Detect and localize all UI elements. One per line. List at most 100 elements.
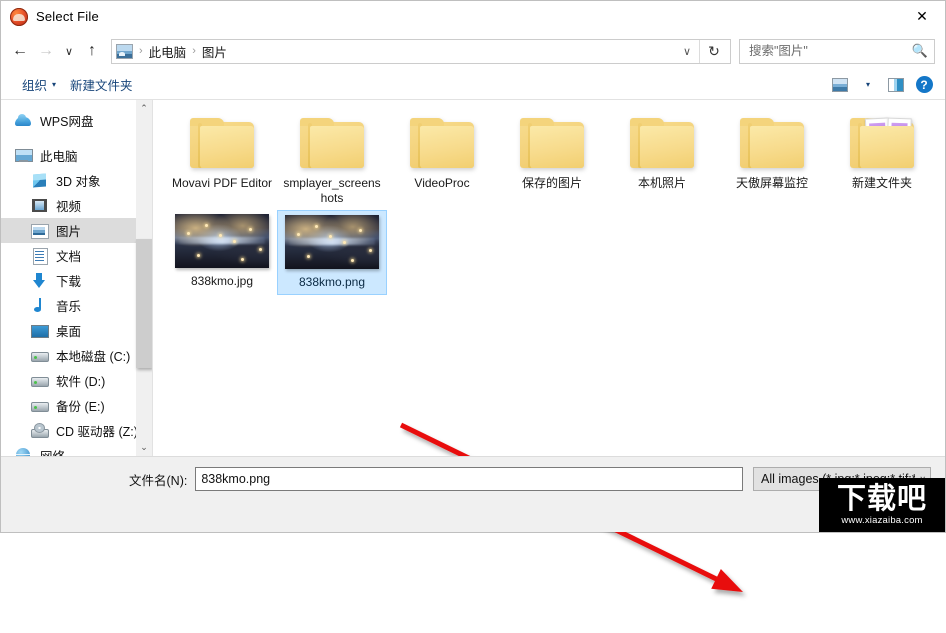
refresh-icon[interactable]: ↻ <box>700 39 728 64</box>
sidebar-item-0[interactable]: WPS网盘 <box>1 108 152 133</box>
folder-item[interactable]: 保存的图片 <box>497 114 607 210</box>
downloads-icon <box>31 273 48 288</box>
new-folder-button[interactable]: 新建文件夹 <box>63 73 140 96</box>
sidebar-item-label: 软件 (D:) <box>56 375 106 389</box>
breadcrumb[interactable]: › 此电脑 › 图片 ∨ ↻ <box>111 38 731 64</box>
scroll-down-icon[interactable]: ⌄ <box>136 439 152 456</box>
file-item-label: smplayer_screenshots <box>283 176 381 205</box>
sidebar-item-9[interactable]: 本地磁盘 (C:) <box>1 343 152 368</box>
drive-icon <box>31 398 49 413</box>
chevron-down-icon: ▾ <box>865 80 870 89</box>
search-input[interactable] <box>749 44 908 58</box>
select-file-dialog: Select File ✕ ← → ∨ ↑ › 此电脑 › 图片 ∨ ↻ 🔍 组… <box>0 0 946 592</box>
scroll-up-icon[interactable]: ⌃ <box>136 100 152 117</box>
forward-icon[interactable]: → <box>33 38 59 64</box>
file-grid: Movavi PDF Editor smplayer_screenshots Vid… <box>167 114 945 295</box>
sidebar-item-label: 桌面 <box>56 325 82 339</box>
dialog-footer: 文件名(N): All images (*.jpg;*.jpeg;*.tif;*… <box>1 456 945 532</box>
folder-icon <box>190 118 254 170</box>
folder-item[interactable]: Movavi PDF Editor <box>167 114 277 210</box>
sidebar-item-label: 本地磁盘 (C:) <box>56 350 131 364</box>
sidebar-item-10[interactable]: 软件 (D:) <box>1 368 152 393</box>
folder-icon <box>740 118 804 170</box>
breadcrumb-item-pictures[interactable]: 图片 <box>202 42 227 61</box>
sidebar-item-label: 3D 对象 <box>56 175 101 189</box>
up-icon[interactable]: ↑ <box>79 38 105 64</box>
filename-row: 文件名(N): All images (*.jpg;*.jpeg;*.tif;*… <box>129 467 931 491</box>
sidebar-item-7[interactable]: 音乐 <box>1 293 152 318</box>
sidebar-item-label: WPS网盘 <box>40 115 94 129</box>
folder-item[interactable]: 新建文件夹 <box>827 114 937 210</box>
cloud-icon <box>15 113 32 128</box>
this-pc-icon <box>15 148 33 163</box>
filename-input[interactable] <box>195 467 743 491</box>
nav-scrollbar-track[interactable] <box>136 117 152 439</box>
file-list-pane[interactable]: Movavi PDF Editor smplayer_screenshots Vid… <box>153 100 945 456</box>
sidebar-item-5[interactable]: 文档 <box>1 243 152 268</box>
folder-item[interactable]: 本机照片 <box>607 114 717 210</box>
navigation-pane: WPS网盘此电脑 3D 对象视频图片文档下载音乐桌面本地磁盘 (C:) 软件 (D:… <box>1 100 153 456</box>
drive-icon <box>31 373 49 388</box>
nav-scrollbar[interactable]: ⌃ ⌄ <box>136 100 152 456</box>
sidebar-item-6[interactable]: 下载 <box>1 268 152 293</box>
preview-pane-button[interactable] <box>883 73 909 97</box>
firefox-app-icon <box>10 7 28 26</box>
dialog-body: WPS网盘此电脑 3D 对象视频图片文档下载音乐桌面本地磁盘 (C:) 软件 (D:… <box>1 100 945 592</box>
folder-icon <box>520 118 584 170</box>
sidebar-item-11[interactable]: 备份 (E:) <box>1 393 152 418</box>
file-item-label: 838kmo.png <box>298 275 366 289</box>
file-item-label: Movavi PDF Editor <box>171 176 273 190</box>
view-mode-icon <box>832 77 848 92</box>
videos-icon <box>31 198 48 213</box>
sidebar-item-2[interactable]: 3D 对象 <box>1 168 152 193</box>
organize-button[interactable]: 组织 ▾ <box>15 73 63 96</box>
watermark-title: 下载吧 <box>836 481 927 516</box>
search-icon[interactable]: 🔍 <box>912 43 928 59</box>
documents-icon <box>31 248 48 265</box>
chevron-down-icon[interactable]: ∨ <box>675 45 699 58</box>
command-bar-right: ▾ ? <box>827 73 937 97</box>
recent-locations-icon[interactable]: ∨ <box>59 38 79 64</box>
file-item[interactable]: 838kmo.png <box>277 210 387 295</box>
folder-icon <box>630 118 694 170</box>
window-controls: ✕ <box>899 1 945 32</box>
close-icon[interactable]: ✕ <box>899 1 945 32</box>
image-thumbnail <box>175 214 269 268</box>
preview-pane-icon <box>888 77 904 92</box>
file-item-label: 新建文件夹 <box>851 176 912 190</box>
view-mode-button[interactable] <box>827 73 853 97</box>
folder-item[interactable]: VideoProc <box>387 114 497 210</box>
organize-label: 组织 <box>22 79 48 93</box>
folder-icon <box>300 118 364 170</box>
file-item-label: VideoProc <box>414 176 470 190</box>
nav-scrollbar-thumb[interactable] <box>136 239 152 369</box>
sidebar-item-4[interactable]: 图片 <box>1 218 152 243</box>
view-mode-dropdown[interactable]: ▾ <box>855 73 881 97</box>
sidebar-item-label: 下载 <box>56 275 82 289</box>
breadcrumb-separator-1: › <box>139 45 143 57</box>
file-item-label: 天傲屏幕监控 <box>735 176 808 190</box>
breadcrumb-item-this-pc[interactable]: 此电脑 <box>149 42 187 61</box>
back-icon[interactable]: ← <box>7 38 33 64</box>
file-item-label: 838kmo.jpg <box>190 274 254 288</box>
sidebar-item-8[interactable]: 桌面 <box>1 318 152 343</box>
search-box[interactable]: 🔍 <box>739 38 935 64</box>
music-icon <box>31 298 48 313</box>
pictures-icon <box>31 223 49 239</box>
help-button[interactable]: ? <box>911 73 937 97</box>
sidebar-item-3[interactable]: 视频 <box>1 193 152 218</box>
folder-item[interactable]: smplayer_screenshots <box>277 114 387 210</box>
sidebar-item-label: 网络 <box>40 446 65 456</box>
address-bar-row: ← → ∨ ↑ › 此电脑 › 图片 ∨ ↻ 🔍 <box>1 32 945 70</box>
image-thumbnail <box>285 215 379 269</box>
folder-item[interactable]: 天傲屏幕监控 <box>717 114 827 210</box>
new-folder-label: 新建文件夹 <box>70 79 133 93</box>
sidebar-item-1[interactable]: 此电脑 <box>1 143 152 168</box>
sidebar-item-12[interactable]: CD 驱动器 (Z:) <box>1 418 152 443</box>
folder-icon <box>850 117 914 170</box>
help-icon: ? <box>915 76 933 93</box>
file-item[interactable]: 838kmo.jpg <box>167 210 277 295</box>
sidebar-item-label: 图片 <box>56 225 82 239</box>
sidebar-item-13[interactable]: 网络 <box>1 443 152 456</box>
sidebar-item-label: 备份 (E:) <box>56 400 105 414</box>
